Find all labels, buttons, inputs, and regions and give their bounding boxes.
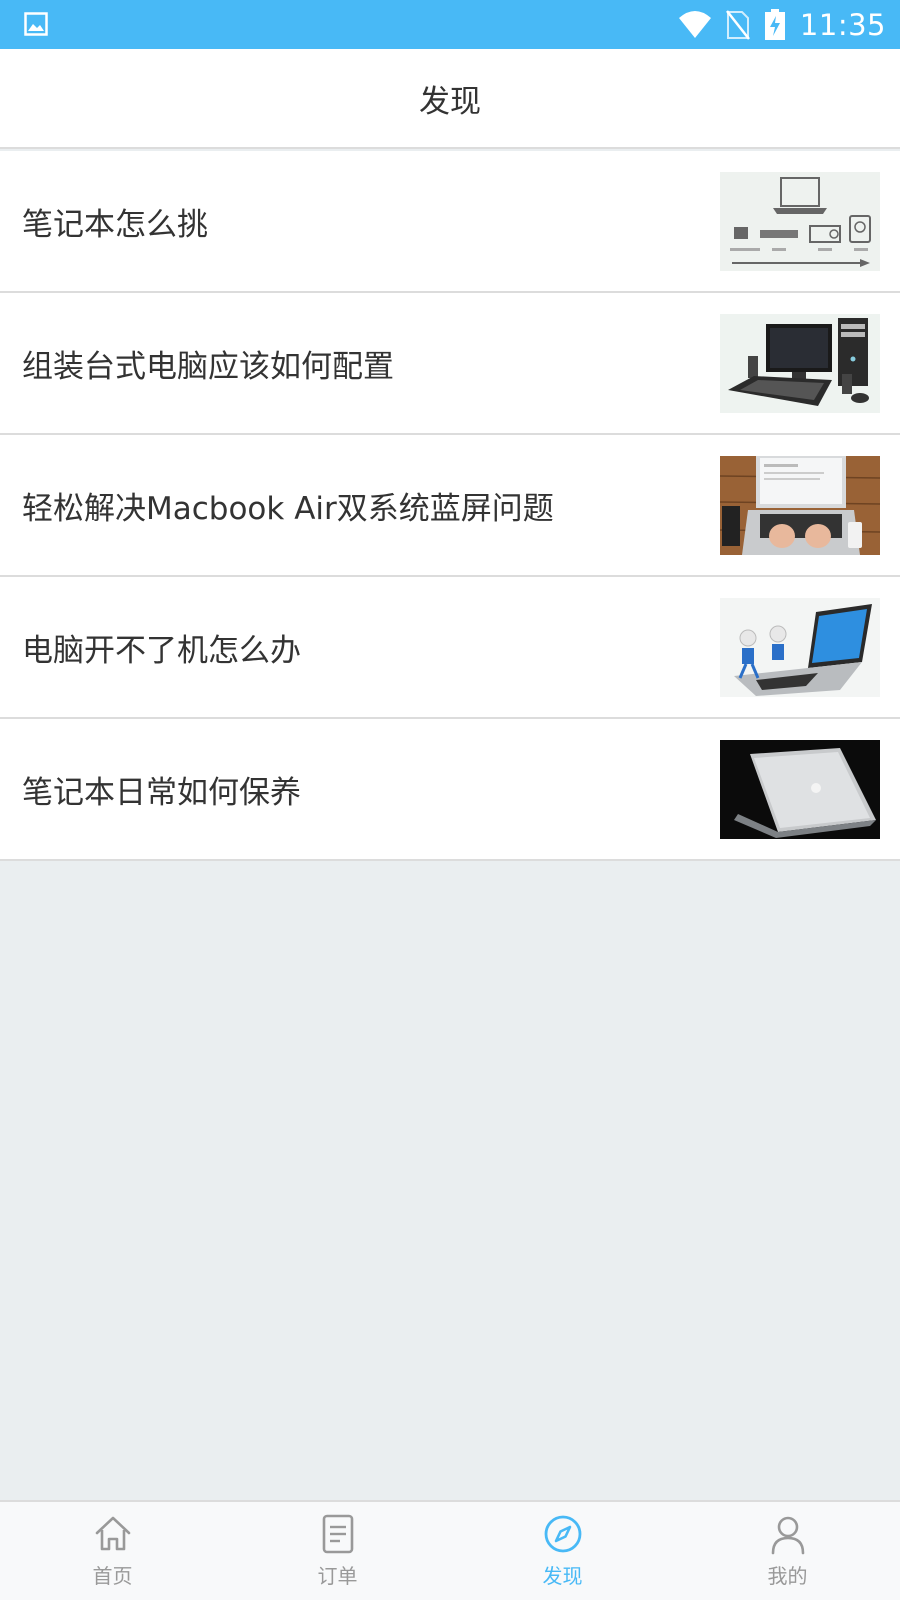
home-icon xyxy=(95,1516,130,1551)
nav-label-discover: 发现 xyxy=(542,1564,583,1588)
gallery-notification-icon xyxy=(24,12,48,36)
nav-label-orders: 订单 xyxy=(317,1564,358,1588)
person-icon xyxy=(771,1516,804,1555)
app-bar: 发现 xyxy=(0,49,900,149)
page-title: 发现 xyxy=(419,83,481,120)
laptop-components-thumbnail xyxy=(720,172,880,271)
article-list: 笔记本怎么挑 组装台式电脑应该如何配置 轻松解决Macbook Air双系统蓝屏… xyxy=(0,151,900,861)
no-sim-icon xyxy=(725,9,750,40)
list-item[interactable]: 轻松解决Macbook Air双系统蓝屏问题 xyxy=(0,435,900,577)
list-item[interactable]: 电脑开不了机怎么办 xyxy=(0,577,900,719)
list-item[interactable]: 笔记本怎么挑 xyxy=(0,151,900,293)
nav-item-orders[interactable]: 订单 xyxy=(225,1502,450,1600)
bottom-navigation: 首页 订单 发现 我的 xyxy=(0,1500,900,1600)
list-item-title: 电脑开不了机怎么办 xyxy=(22,632,301,669)
list-item[interactable]: 笔记本日常如何保养 xyxy=(0,719,900,861)
figures-on-laptop-thumbnail xyxy=(720,598,880,697)
document-icon xyxy=(322,1514,353,1554)
nav-item-profile[interactable]: 我的 xyxy=(675,1502,900,1600)
list-item-title: 组装台式电脑应该如何配置 xyxy=(22,348,394,385)
list-item-title: 笔记本日常如何保养 xyxy=(22,774,301,811)
compass-icon xyxy=(544,1515,581,1553)
wifi-icon xyxy=(678,10,711,38)
nav-label-profile: 我的 xyxy=(767,1564,808,1588)
silver-macbook-thumbnail xyxy=(720,740,880,839)
nav-label-home: 首页 xyxy=(92,1564,133,1588)
list-item-title: 笔记本怎么挑 xyxy=(22,206,208,243)
nav-item-home[interactable]: 首页 xyxy=(0,1502,225,1600)
status-time: 11:35 xyxy=(799,7,886,42)
nav-item-discover[interactable]: 发现 xyxy=(450,1502,675,1600)
desktop-computer-thumbnail xyxy=(720,314,880,413)
list-item-title: 轻松解决Macbook Air双系统蓝屏问题 xyxy=(22,490,554,527)
hands-typing-laptop-thumbnail xyxy=(720,456,880,555)
battery-charging-icon xyxy=(764,8,785,40)
list-item[interactable]: 组装台式电脑应该如何配置 xyxy=(0,293,900,435)
status-bar: 11:35 xyxy=(0,0,900,49)
